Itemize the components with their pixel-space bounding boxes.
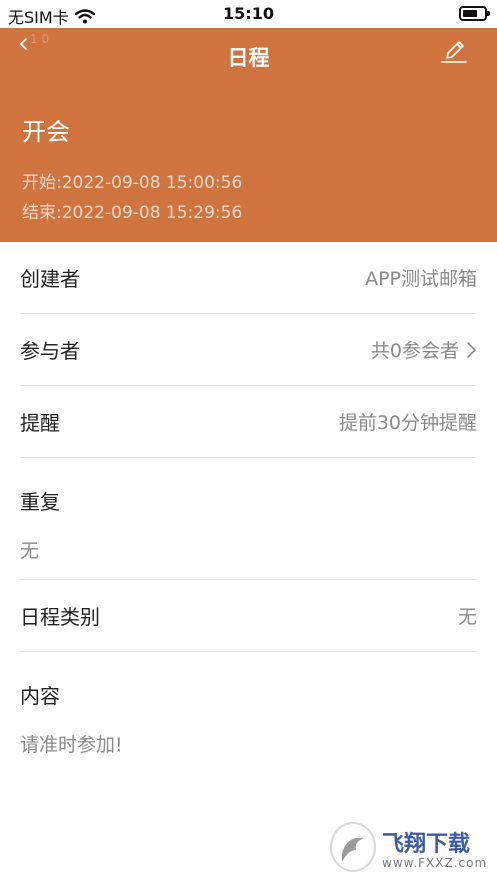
- creator-label: 创建者: [20, 267, 80, 291]
- content-label: 内容: [20, 684, 60, 708]
- repeat-row: 重复 无: [20, 458, 477, 580]
- event-details: 创建者 APP测试邮箱 参与者 共0参会者 提醒 提前30分钟提醒 重复 无 日…: [0, 242, 497, 774]
- watermark-url: www.FXXZ.com: [382, 856, 488, 870]
- status-time: 15:10: [223, 4, 274, 23]
- event-end-time: 结束:2022-09-08 15:29:56: [22, 203, 243, 223]
- event-header: 1 0 日程 开会 开始:2022-09-08 15:00:56 结束:2022…: [0, 28, 497, 242]
- reminder-row: 提醒 提前30分钟提醒: [20, 386, 477, 458]
- category-label: 日程类别: [20, 605, 100, 629]
- participants-value: 共0参会者: [370, 340, 459, 362]
- creator-value: APP测试邮箱: [365, 268, 477, 290]
- watermark-logo-icon: [330, 822, 376, 872]
- page-title: 日程: [227, 46, 270, 70]
- chevron-right-icon: [467, 341, 477, 358]
- category-row: 日程类别 无: [20, 580, 477, 652]
- content-value: 请准时参加!: [20, 734, 123, 756]
- category-value: 无: [457, 606, 477, 628]
- participants-label: 参与者: [20, 339, 80, 363]
- participants-row[interactable]: 参与者 共0参会者: [20, 314, 477, 386]
- participants-value-wrap: 共0参会者: [371, 336, 477, 363]
- battery-icon: [459, 6, 490, 21]
- watermark-brand: 飞翔下载: [382, 832, 471, 857]
- event-title: 开会: [22, 118, 70, 146]
- repeat-label: 重复: [20, 490, 60, 514]
- status-bar: 无SIM卡 15:10: [0, 0, 497, 28]
- reminder-label: 提醒: [20, 411, 60, 435]
- creator-row: 创建者 APP测试邮箱: [20, 242, 477, 314]
- watermark-swirl-icon: [342, 837, 364, 862]
- event-start-time: 开始:2022-09-08 15:00:56: [22, 173, 243, 193]
- reminder-value: 提前30分钟提醒: [338, 412, 477, 434]
- watermark: 飞翔下载 www.FXXZ.com: [330, 820, 490, 880]
- pencil-icon[interactable]: [439, 36, 469, 66]
- content-row: 内容 请准时参加!: [20, 652, 477, 774]
- repeat-value: 无: [20, 540, 40, 562]
